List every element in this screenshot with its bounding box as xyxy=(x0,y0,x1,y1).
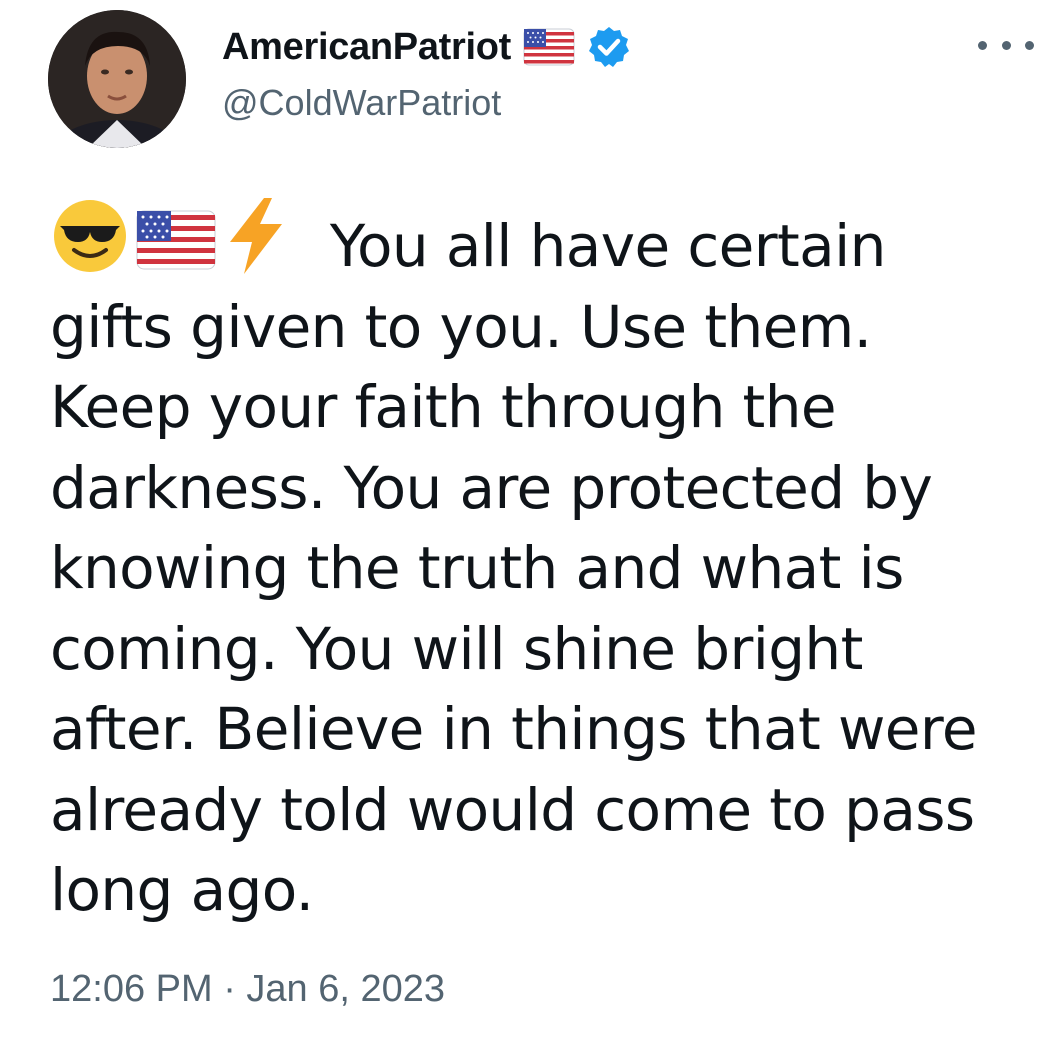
tweet-line: after. Believe in things that were xyxy=(50,695,978,763)
tweet-line: knowing the truth and what is xyxy=(50,534,904,602)
more-options-dot xyxy=(1025,40,1034,50)
more-options-dot xyxy=(1001,40,1011,50)
tweet-line: gifts given to you. Use them. xyxy=(50,292,872,361)
tweet-text: You all have certain gifts given to you.… xyxy=(50,196,1010,931)
smiling-face-with-sunglasses-emoji xyxy=(50,196,130,276)
tweet-line-text: You all have certain xyxy=(312,212,887,280)
tweet-line: Keep your faith through the xyxy=(50,373,837,441)
user-handle[interactable]: @ColdWarPatriot xyxy=(222,82,501,124)
avatar[interactable] xyxy=(48,10,186,148)
us-flag-icon xyxy=(523,28,575,66)
tweet-line: coming. You will shine bright xyxy=(50,614,863,683)
verified-badge-icon[interactable] xyxy=(587,25,631,69)
more-options-button[interactable] xyxy=(978,30,1034,60)
high-voltage-emoji xyxy=(224,196,288,276)
display-name[interactable]: AmericanPatriot xyxy=(222,26,511,69)
tweet-line: You all have certain xyxy=(50,196,1010,287)
more-options-icon xyxy=(978,40,987,50)
tweet-line: already told would come to pass xyxy=(50,775,975,844)
tweet-timestamp[interactable]: 12:06 PM · Jan 6, 2023 xyxy=(50,968,445,1011)
name-row: AmericanPatriot xyxy=(222,24,631,70)
tweet-line: long ago. xyxy=(50,856,314,924)
tweet: AmericanPatriot @ColdWarPatriot You all … xyxy=(0,0,1062,1062)
us-flag-emoji xyxy=(136,210,216,270)
tweet-line: darkness. You are protected by xyxy=(50,453,933,522)
